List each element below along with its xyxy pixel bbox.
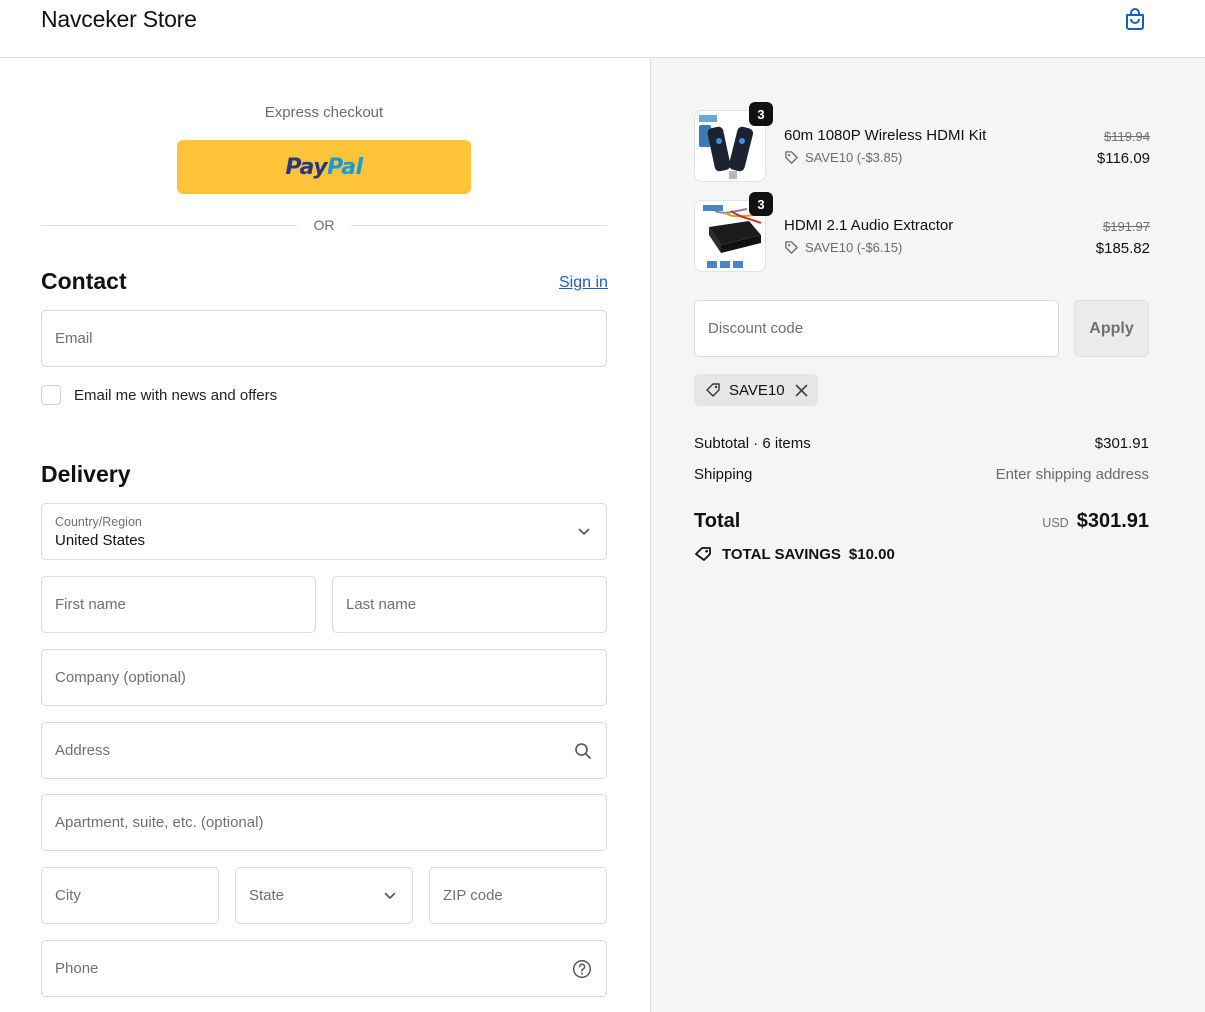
savings-tag-icon: [695, 547, 711, 561]
chevron-down-icon: [578, 528, 590, 535]
city-input[interactable]: [55, 868, 181, 923]
tag-icon: [706, 383, 720, 397]
item-name: 60m 1080P Wireless HDMI Kit: [784, 127, 987, 144]
shipping-value: Enter shipping address: [995, 466, 1149, 483]
item-price: $185.82: [1095, 240, 1150, 257]
line-item: 3 HDMI 2.1 Audio Extractor SAVE10 (-$6.1…: [694, 192, 1150, 272]
paypal-logo-pal: Pal: [327, 154, 363, 180]
express-checkout-label: Express checkout: [264, 104, 384, 121]
zip-field[interactable]: [429, 867, 607, 924]
item-original-price: $191.97: [1103, 219, 1150, 234]
newsletter-checkbox-row[interactable]: Email me with news and offers: [41, 384, 277, 406]
tag-icon: [785, 151, 798, 164]
phone-input[interactable]: [55, 941, 569, 996]
quantity-badge: 3: [749, 102, 773, 126]
apply-discount-button[interactable]: Apply: [1074, 300, 1149, 357]
state-placeholder: State: [249, 887, 285, 904]
contact-title: Contact: [41, 268, 127, 294]
last-name-input[interactable]: [346, 577, 569, 632]
subtotal-value: $301.91: [1094, 435, 1149, 452]
subtotal-label: Subtotal · 6 items: [694, 435, 811, 452]
tag-icon: [785, 241, 798, 254]
total-savings: TOTAL SAVINGS $10.00: [694, 545, 895, 563]
country-label: Country/Region: [55, 515, 142, 529]
item-original-price: $119.94: [1103, 129, 1150, 144]
shipping-label: Shipping: [694, 466, 753, 483]
discount-code-input[interactable]: [708, 301, 1038, 356]
item-discount: SAVE10 (-$3.85): [784, 150, 902, 165]
chevron-down-icon: [384, 892, 396, 899]
or-divider: OR: [41, 216, 607, 236]
shipping-row: Shipping Enter shipping address: [694, 466, 1149, 483]
header: Navceker Store: [0, 0, 1205, 58]
shopping-bag-icon[interactable]: [1122, 6, 1148, 32]
remove-discount-button[interactable]: [795, 384, 808, 397]
email-input[interactable]: [55, 311, 569, 366]
last-name-field[interactable]: [332, 576, 607, 633]
subtotal-row: Subtotal · 6 items $301.91: [694, 435, 1149, 452]
total-label: Total: [694, 510, 741, 532]
country-select[interactable]: Country/Region United States: [41, 503, 607, 560]
state-select[interactable]: State: [235, 867, 413, 924]
savings-value: $10.00: [848, 545, 895, 563]
paypal-button[interactable]: Pay Pal: [177, 140, 471, 194]
divider-line-right: [351, 225, 607, 226]
address-field[interactable]: [41, 722, 607, 779]
company-field[interactable]: [41, 649, 607, 706]
total-amount: $301.91: [1076, 510, 1149, 532]
company-input[interactable]: [55, 650, 569, 705]
newsletter-label: Email me with news and offers: [74, 386, 278, 404]
first-name-input[interactable]: [55, 577, 278, 632]
zip-input[interactable]: [443, 868, 569, 923]
item-name: HDMI 2.1 Audio Extractor: [784, 217, 954, 234]
close-icon: [795, 384, 807, 396]
delivery-title: Delivery: [41, 461, 131, 487]
item-discount-text: SAVE10 (-$3.85): [805, 150, 903, 165]
apartment-input[interactable]: [55, 795, 569, 850]
item-price: $116.09: [1096, 150, 1150, 167]
line-item: 3 60m 1080P Wireless HDMI Kit SAVE10 (-$…: [694, 102, 1150, 182]
search-icon[interactable]: [574, 742, 592, 760]
item-discount: SAVE10 (-$6.15): [784, 240, 902, 255]
quantity-badge: 3: [749, 192, 773, 216]
country-value: United States: [55, 532, 146, 549]
first-name-field[interactable]: [41, 576, 316, 633]
savings-label: TOTAL SAVINGS: [722, 545, 841, 563]
sign-in-link[interactable]: Sign in: [559, 274, 608, 292]
newsletter-checkbox[interactable]: [41, 385, 61, 405]
city-field[interactable]: [41, 867, 219, 924]
discount-code-field[interactable]: [694, 300, 1059, 357]
total-currency: USD: [1042, 516, 1069, 530]
paypal-logo-pay: Pay: [285, 154, 328, 180]
email-field[interactable]: [41, 310, 607, 367]
help-circle-icon[interactable]: [572, 959, 592, 979]
applied-discount-tag: SAVE10: [694, 374, 818, 406]
item-discount-text: SAVE10 (-$6.15): [805, 240, 903, 255]
phone-field[interactable]: [41, 940, 607, 997]
apartment-field[interactable]: [41, 794, 607, 851]
total-amount-group: USD $301.91: [1042, 510, 1149, 533]
applied-code-text: SAVE10: [729, 381, 785, 399]
address-input[interactable]: [55, 723, 569, 778]
store-name[interactable]: Navceker Store: [41, 6, 197, 33]
